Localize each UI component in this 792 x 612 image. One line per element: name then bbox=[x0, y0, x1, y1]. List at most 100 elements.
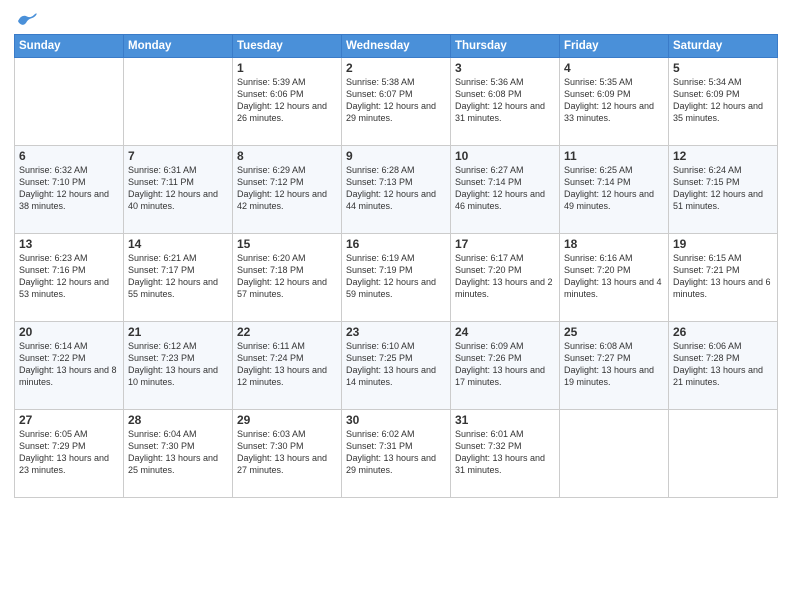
day-info: Sunrise: 6:27 AM Sunset: 7:14 PM Dayligh… bbox=[455, 164, 555, 213]
day-number: 20 bbox=[19, 325, 119, 339]
day-info: Sunrise: 5:34 AM Sunset: 6:09 PM Dayligh… bbox=[673, 76, 773, 125]
day-info: Sunrise: 6:31 AM Sunset: 7:11 PM Dayligh… bbox=[128, 164, 228, 213]
day-number: 18 bbox=[564, 237, 664, 251]
calendar-day-header: Wednesday bbox=[342, 35, 451, 58]
day-number: 29 bbox=[237, 413, 337, 427]
day-number: 31 bbox=[455, 413, 555, 427]
calendar-cell: 19Sunrise: 6:15 AM Sunset: 7:21 PM Dayli… bbox=[669, 234, 778, 322]
day-number: 12 bbox=[673, 149, 773, 163]
day-info: Sunrise: 6:29 AM Sunset: 7:12 PM Dayligh… bbox=[237, 164, 337, 213]
calendar-week-row: 13Sunrise: 6:23 AM Sunset: 7:16 PM Dayli… bbox=[15, 234, 778, 322]
calendar-cell: 15Sunrise: 6:20 AM Sunset: 7:18 PM Dayli… bbox=[233, 234, 342, 322]
day-info: Sunrise: 6:28 AM Sunset: 7:13 PM Dayligh… bbox=[346, 164, 446, 213]
calendar-week-row: 1Sunrise: 5:39 AM Sunset: 6:06 PM Daylig… bbox=[15, 58, 778, 146]
calendar-week-row: 6Sunrise: 6:32 AM Sunset: 7:10 PM Daylig… bbox=[15, 146, 778, 234]
day-number: 25 bbox=[564, 325, 664, 339]
day-info: Sunrise: 5:39 AM Sunset: 6:06 PM Dayligh… bbox=[237, 76, 337, 125]
day-number: 10 bbox=[455, 149, 555, 163]
day-number: 16 bbox=[346, 237, 446, 251]
calendar-cell: 22Sunrise: 6:11 AM Sunset: 7:24 PM Dayli… bbox=[233, 322, 342, 410]
logo-bird-icon bbox=[16, 12, 38, 30]
day-info: Sunrise: 6:12 AM Sunset: 7:23 PM Dayligh… bbox=[128, 340, 228, 389]
calendar-cell: 29Sunrise: 6:03 AM Sunset: 7:30 PM Dayli… bbox=[233, 410, 342, 498]
day-info: Sunrise: 6:01 AM Sunset: 7:32 PM Dayligh… bbox=[455, 428, 555, 477]
day-info: Sunrise: 5:36 AM Sunset: 6:08 PM Dayligh… bbox=[455, 76, 555, 125]
calendar-cell: 2Sunrise: 5:38 AM Sunset: 6:07 PM Daylig… bbox=[342, 58, 451, 146]
calendar-cell: 7Sunrise: 6:31 AM Sunset: 7:11 PM Daylig… bbox=[124, 146, 233, 234]
day-number: 27 bbox=[19, 413, 119, 427]
calendar-cell: 18Sunrise: 6:16 AM Sunset: 7:20 PM Dayli… bbox=[560, 234, 669, 322]
calendar-cell: 31Sunrise: 6:01 AM Sunset: 7:32 PM Dayli… bbox=[451, 410, 560, 498]
calendar-cell: 11Sunrise: 6:25 AM Sunset: 7:14 PM Dayli… bbox=[560, 146, 669, 234]
calendar-cell: 6Sunrise: 6:32 AM Sunset: 7:10 PM Daylig… bbox=[15, 146, 124, 234]
calendar-cell: 30Sunrise: 6:02 AM Sunset: 7:31 PM Dayli… bbox=[342, 410, 451, 498]
calendar-cell: 4Sunrise: 5:35 AM Sunset: 6:09 PM Daylig… bbox=[560, 58, 669, 146]
day-number: 21 bbox=[128, 325, 228, 339]
calendar-cell bbox=[124, 58, 233, 146]
title-section bbox=[38, 10, 778, 12]
calendar-day-header: Friday bbox=[560, 35, 669, 58]
day-info: Sunrise: 6:02 AM Sunset: 7:31 PM Dayligh… bbox=[346, 428, 446, 477]
calendar-cell: 1Sunrise: 5:39 AM Sunset: 6:06 PM Daylig… bbox=[233, 58, 342, 146]
page: SundayMondayTuesdayWednesdayThursdayFrid… bbox=[0, 0, 792, 612]
day-number: 19 bbox=[673, 237, 773, 251]
day-number: 13 bbox=[19, 237, 119, 251]
day-number: 30 bbox=[346, 413, 446, 427]
day-info: Sunrise: 6:14 AM Sunset: 7:22 PM Dayligh… bbox=[19, 340, 119, 389]
calendar-cell: 25Sunrise: 6:08 AM Sunset: 7:27 PM Dayli… bbox=[560, 322, 669, 410]
calendar-cell: 12Sunrise: 6:24 AM Sunset: 7:15 PM Dayli… bbox=[669, 146, 778, 234]
calendar-header-row: SundayMondayTuesdayWednesdayThursdayFrid… bbox=[15, 35, 778, 58]
day-info: Sunrise: 6:17 AM Sunset: 7:20 PM Dayligh… bbox=[455, 252, 555, 301]
calendar-day-header: Saturday bbox=[669, 35, 778, 58]
calendar-cell: 13Sunrise: 6:23 AM Sunset: 7:16 PM Dayli… bbox=[15, 234, 124, 322]
day-info: Sunrise: 6:23 AM Sunset: 7:16 PM Dayligh… bbox=[19, 252, 119, 301]
day-info: Sunrise: 6:11 AM Sunset: 7:24 PM Dayligh… bbox=[237, 340, 337, 389]
day-number: 22 bbox=[237, 325, 337, 339]
day-number: 23 bbox=[346, 325, 446, 339]
calendar-cell: 24Sunrise: 6:09 AM Sunset: 7:26 PM Dayli… bbox=[451, 322, 560, 410]
calendar-cell: 27Sunrise: 6:05 AM Sunset: 7:29 PM Dayli… bbox=[15, 410, 124, 498]
calendar-cell: 9Sunrise: 6:28 AM Sunset: 7:13 PM Daylig… bbox=[342, 146, 451, 234]
calendar-day-header: Monday bbox=[124, 35, 233, 58]
calendar-day-header: Tuesday bbox=[233, 35, 342, 58]
day-number: 24 bbox=[455, 325, 555, 339]
day-info: Sunrise: 6:24 AM Sunset: 7:15 PM Dayligh… bbox=[673, 164, 773, 213]
calendar-cell: 28Sunrise: 6:04 AM Sunset: 7:30 PM Dayli… bbox=[124, 410, 233, 498]
calendar-week-row: 20Sunrise: 6:14 AM Sunset: 7:22 PM Dayli… bbox=[15, 322, 778, 410]
calendar-day-header: Thursday bbox=[451, 35, 560, 58]
calendar-day-header: Sunday bbox=[15, 35, 124, 58]
day-info: Sunrise: 6:21 AM Sunset: 7:17 PM Dayligh… bbox=[128, 252, 228, 301]
day-number: 14 bbox=[128, 237, 228, 251]
day-info: Sunrise: 6:32 AM Sunset: 7:10 PM Dayligh… bbox=[19, 164, 119, 213]
calendar-cell: 26Sunrise: 6:06 AM Sunset: 7:28 PM Dayli… bbox=[669, 322, 778, 410]
day-info: Sunrise: 6:16 AM Sunset: 7:20 PM Dayligh… bbox=[564, 252, 664, 301]
day-info: Sunrise: 6:04 AM Sunset: 7:30 PM Dayligh… bbox=[128, 428, 228, 477]
day-number: 26 bbox=[673, 325, 773, 339]
day-info: Sunrise: 6:05 AM Sunset: 7:29 PM Dayligh… bbox=[19, 428, 119, 477]
day-number: 11 bbox=[564, 149, 664, 163]
calendar-cell: 23Sunrise: 6:10 AM Sunset: 7:25 PM Dayli… bbox=[342, 322, 451, 410]
day-number: 3 bbox=[455, 61, 555, 75]
day-number: 1 bbox=[237, 61, 337, 75]
day-info: Sunrise: 6:15 AM Sunset: 7:21 PM Dayligh… bbox=[673, 252, 773, 301]
calendar-cell bbox=[560, 410, 669, 498]
calendar-cell: 14Sunrise: 6:21 AM Sunset: 7:17 PM Dayli… bbox=[124, 234, 233, 322]
day-info: Sunrise: 6:19 AM Sunset: 7:19 PM Dayligh… bbox=[346, 252, 446, 301]
day-number: 15 bbox=[237, 237, 337, 251]
calendar-table: SundayMondayTuesdayWednesdayThursdayFrid… bbox=[14, 34, 778, 498]
day-number: 17 bbox=[455, 237, 555, 251]
calendar-cell: 8Sunrise: 6:29 AM Sunset: 7:12 PM Daylig… bbox=[233, 146, 342, 234]
calendar-cell: 20Sunrise: 6:14 AM Sunset: 7:22 PM Dayli… bbox=[15, 322, 124, 410]
calendar-week-row: 27Sunrise: 6:05 AM Sunset: 7:29 PM Dayli… bbox=[15, 410, 778, 498]
day-info: Sunrise: 6:20 AM Sunset: 7:18 PM Dayligh… bbox=[237, 252, 337, 301]
logo bbox=[14, 12, 38, 30]
day-info: Sunrise: 6:08 AM Sunset: 7:27 PM Dayligh… bbox=[564, 340, 664, 389]
calendar-cell: 5Sunrise: 5:34 AM Sunset: 6:09 PM Daylig… bbox=[669, 58, 778, 146]
day-info: Sunrise: 5:35 AM Sunset: 6:09 PM Dayligh… bbox=[564, 76, 664, 125]
calendar-cell: 21Sunrise: 6:12 AM Sunset: 7:23 PM Dayli… bbox=[124, 322, 233, 410]
day-number: 7 bbox=[128, 149, 228, 163]
day-number: 4 bbox=[564, 61, 664, 75]
day-info: Sunrise: 6:09 AM Sunset: 7:26 PM Dayligh… bbox=[455, 340, 555, 389]
calendar-cell: 16Sunrise: 6:19 AM Sunset: 7:19 PM Dayli… bbox=[342, 234, 451, 322]
day-number: 8 bbox=[237, 149, 337, 163]
